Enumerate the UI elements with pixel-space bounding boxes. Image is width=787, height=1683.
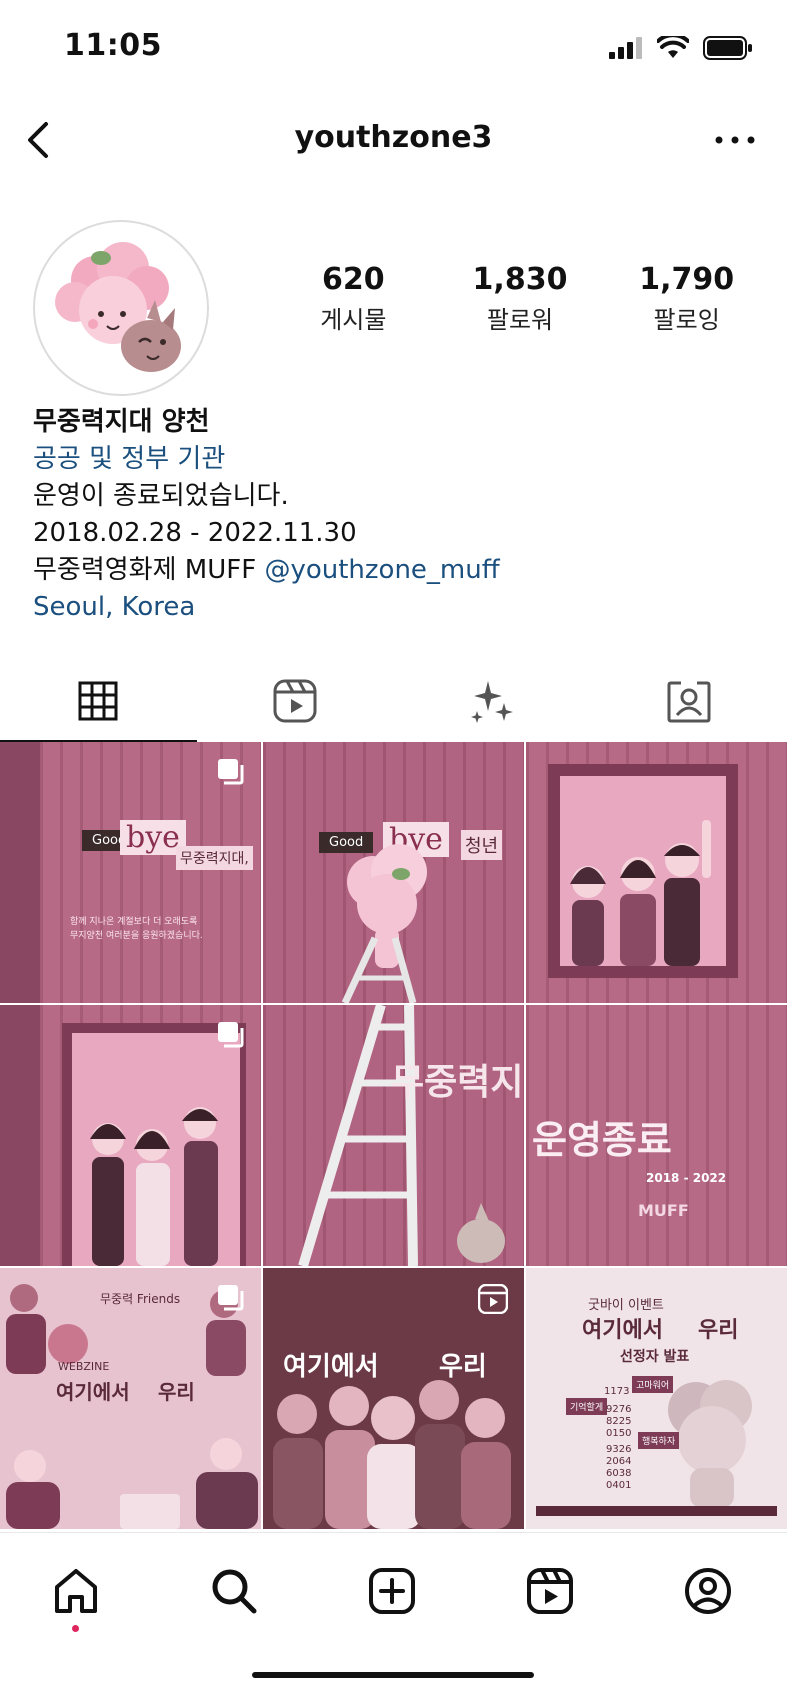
profile-header: youthzone3 (0, 100, 787, 180)
stat-posts[interactable]: 620 게시물 (270, 262, 437, 335)
nav-create[interactable] (362, 1561, 422, 1621)
post-tile[interactable] (0, 1005, 261, 1266)
event-title: 굿바이 이벤트 (588, 1298, 664, 1313)
post-tile[interactable]: 무중력 Friends WEBZINE 여기에서 우리 (0, 1268, 261, 1529)
carousel-icon (218, 1285, 244, 1311)
closure-title: 운영종료 (532, 1118, 672, 1162)
wifi-icon (657, 36, 689, 58)
stat-following[interactable]: 1,790 팔로잉 (603, 262, 770, 335)
number: 1173 (604, 1386, 630, 1397)
reel-icon (478, 1284, 508, 1314)
post-tile[interactable]: Good bye 청년 (263, 742, 524, 1003)
ladder-image (298, 1005, 505, 1266)
stat-value: 1,830 (472, 262, 568, 297)
home-active-dot (72, 1625, 79, 1632)
posts-grid: Good bye 무중력지대, 함께 지나온 계절보다 더 오래도록 무지양천 … (0, 742, 787, 1532)
profile-bio: 무중력지대 양천 공공 및 정부 기관 운영이 종료되었습니다. 2018.02… (33, 404, 753, 626)
more-dots-icon (715, 136, 755, 144)
people-in-frame-image (548, 764, 738, 978)
profile-username: youthzone3 (294, 120, 493, 155)
left-panel (0, 742, 40, 1003)
post-tile[interactable] (526, 742, 787, 1003)
tab-tagged[interactable] (590, 660, 787, 742)
number: 0401 (606, 1480, 632, 1491)
event-here: 여기에서 (582, 1318, 663, 1343)
status-time: 11:05 (64, 28, 162, 63)
bio-line: 무중력영화제 MUFF @youthzone_muff (33, 552, 753, 589)
battery-icon (703, 36, 752, 60)
signal-icon (609, 37, 642, 59)
friends-label: 무중력 Friends (100, 1292, 181, 1306)
number: 2064 (606, 1456, 632, 1467)
grid-icon (78, 681, 118, 721)
bio-line: 운영이 종료되었습니다. (33, 481, 289, 511)
nav-profile[interactable] (678, 1561, 738, 1621)
create-icon (369, 1568, 415, 1614)
number: 8225 (606, 1416, 632, 1427)
profile-avatar[interactable] (33, 220, 209, 396)
post-tile[interactable]: 여기에서 우리 (263, 1268, 524, 1529)
year-range: 2018 - 2022 (646, 1171, 727, 1185)
home-icon (55, 1569, 97, 1613)
mascot-on-ladder-image (341, 844, 427, 1003)
status-icons (609, 36, 753, 60)
tab-guides[interactable] (394, 660, 591, 742)
number: 9326 (606, 1444, 632, 1455)
carousel-icon (218, 1022, 244, 1048)
webzine-label: WEBZINE (58, 1360, 110, 1373)
overlay-title: 무중력지대 양천 (391, 1062, 524, 1103)
status-bar: 11:05 (0, 0, 787, 100)
number: 6038 (606, 1468, 632, 1479)
nav-search[interactable] (204, 1561, 264, 1621)
caption-line: 함께 지나온 계절보다 더 오래도록 (70, 917, 198, 927)
search-icon (212, 1569, 257, 1614)
nav-reels[interactable] (520, 1561, 580, 1621)
category-link[interactable]: 공공 및 정부 기관 (33, 441, 753, 478)
reels-icon (527, 1568, 573, 1614)
here-label: 여기에서 (56, 1380, 130, 1404)
post-tile[interactable]: Good bye 무중력지대, 함께 지나온 계절보다 더 오래도록 무지양천 … (0, 742, 261, 1003)
tag-remember: 기억할게 (566, 1398, 608, 1415)
tag-thanks: 고마워어 (632, 1376, 674, 1393)
profile-tabs (0, 660, 787, 742)
reels-icon (273, 679, 317, 723)
bio-line: 2018.02.28 - 2022.11.30 (33, 518, 357, 548)
mention-link[interactable]: @youthzone_muff (264, 555, 499, 585)
stat-label: 팔로잉 (653, 306, 720, 334)
stat-value: 1,790 (639, 262, 735, 297)
home-indicator (252, 1672, 534, 1678)
us-label: 우리 (158, 1380, 195, 1404)
event-us: 우리 (698, 1318, 739, 1343)
stat-followers[interactable]: 1,830 팔로워 (437, 262, 604, 335)
sparkles-icon (470, 681, 513, 723)
here-overlay: 여기에서 (283, 1352, 379, 1382)
number: 0150 (606, 1428, 632, 1439)
carousel-icon (218, 759, 244, 785)
stat-label: 게시물 (320, 306, 387, 334)
more-options-button[interactable] (711, 122, 759, 158)
tagged-icon (667, 681, 711, 723)
tab-posts-grid[interactable] (0, 660, 197, 742)
stat-label: 팔로워 (486, 306, 554, 334)
caption-line: 무지양천 여러분을 응원하겠습니다. (70, 931, 203, 941)
headline-text: 무중력지대, (176, 846, 253, 870)
post-tile[interactable]: 무중력지대 양천 (263, 1005, 524, 1266)
stat-value: 620 (322, 262, 385, 297)
bio-text: 무중력영화제 MUFF (33, 555, 265, 585)
winner-announce: 선정자 발표 (620, 1349, 690, 1365)
tag-happy: 행복하자 (638, 1432, 680, 1449)
nav-home[interactable] (46, 1561, 106, 1621)
location-link[interactable]: Seoul, Korea (33, 589, 753, 626)
tab-reels[interactable] (197, 660, 394, 742)
bottom-navigation (0, 1532, 787, 1683)
post-tile[interactable]: 운영종료 2018 - 2022 MUFF (526, 1005, 787, 1266)
display-name: 무중력지대 양천 (33, 407, 210, 437)
us-overlay: 우리 (439, 1352, 487, 1382)
profile-icon (685, 1568, 731, 1614)
mascot-avatar-image (55, 242, 181, 372)
post-tile[interactable]: 굿바이 이벤트 여기에서 우리 선정자 발표 고마워어 기억할게 행복하자 11… (526, 1268, 787, 1529)
muff-label: MUFF (638, 1201, 689, 1220)
profile-stats: 620 게시물 1,830 팔로워 1,790 팔로잉 (270, 262, 770, 335)
number: 9276 (606, 1404, 632, 1415)
